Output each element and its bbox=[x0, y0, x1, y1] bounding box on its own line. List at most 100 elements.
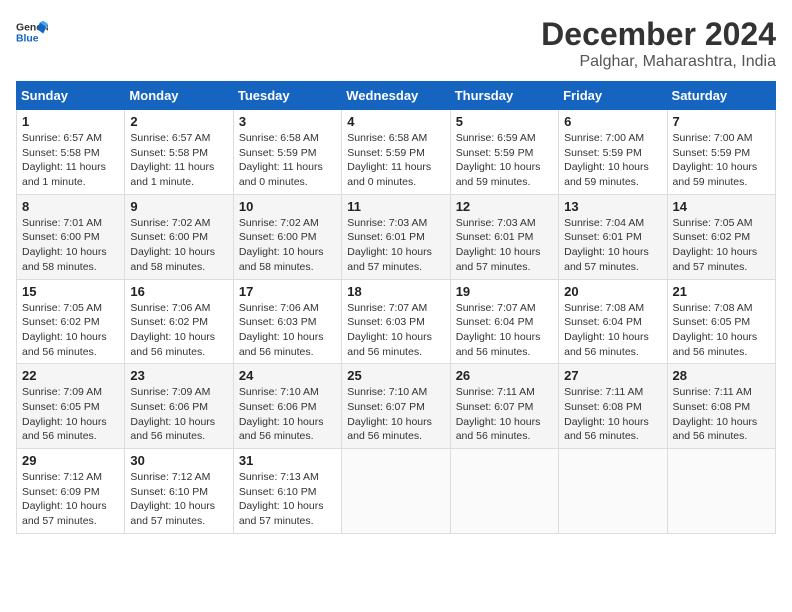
calendar-week-row: 8Sunrise: 7:01 AMSunset: 6:00 PMDaylight… bbox=[17, 194, 776, 279]
calendar-cell: 12Sunrise: 7:03 AMSunset: 6:01 PMDayligh… bbox=[450, 194, 558, 279]
day-number: 30 bbox=[130, 453, 227, 468]
calendar-header-friday: Friday bbox=[559, 82, 667, 110]
calendar-cell bbox=[450, 449, 558, 534]
day-info: Sunrise: 7:08 AMSunset: 6:04 PMDaylight:… bbox=[564, 301, 661, 360]
day-info: Sunrise: 7:00 AMSunset: 5:59 PMDaylight:… bbox=[564, 131, 661, 190]
calendar-cell: 27 Sunrise: 7:11 AMSunset: 6:08 PMDayligh… bbox=[559, 364, 667, 449]
title-block: December 2024 Palghar, Maharashtra, Indi… bbox=[541, 16, 776, 71]
subtitle: Palghar, Maharashtra, India bbox=[541, 53, 776, 71]
day-info: Sunrise: 7:05 AMSunset: 6:02 PMDaylight:… bbox=[22, 301, 119, 360]
calendar-table: SundayMondayTuesdayWednesdayThursdayFrid… bbox=[16, 81, 776, 534]
calendar-header-row: SundayMondayTuesdayWednesdayThursdayFrid… bbox=[17, 82, 776, 110]
calendar-header-thursday: Thursday bbox=[450, 82, 558, 110]
calendar-cell: 11 Sunrise: 7:03 AMSunset: 6:01 PMDayligh… bbox=[342, 194, 450, 279]
day-number: 25 bbox=[347, 368, 444, 383]
day-info: Sunrise: 7:03 AMSunset: 6:01 PMDaylight:… bbox=[347, 216, 444, 275]
calendar-cell: 19 Sunrise: 7:07 AMSunset: 6:04 PMDayligh… bbox=[450, 279, 558, 364]
day-info: Sunrise: 7:11 AMSunset: 6:07 PMDaylight:… bbox=[456, 385, 553, 444]
day-number: 7 bbox=[673, 114, 770, 129]
calendar-cell bbox=[342, 449, 450, 534]
page-header: General Blue December 2024 Palghar, Maha… bbox=[16, 16, 776, 71]
day-info: Sunrise: 7:05 AMSunset: 6:02 PMDaylight:… bbox=[673, 216, 770, 275]
calendar-cell: 9Sunrise: 7:02 AMSunset: 6:00 PMDaylight… bbox=[125, 194, 233, 279]
day-info: Sunrise: 7:11 AMSunset: 6:08 PMDaylight:… bbox=[673, 385, 770, 444]
day-info: Sunrise: 7:11 AMSunset: 6:08 PMDaylight:… bbox=[564, 385, 661, 444]
calendar-cell: 23Sunrise: 7:09 AMSunset: 6:06 PMDayligh… bbox=[125, 364, 233, 449]
day-number: 2 bbox=[130, 114, 227, 129]
calendar-week-row: 22 Sunrise: 7:09 AMSunset: 6:05 PMDayligh… bbox=[17, 364, 776, 449]
day-info: Sunrise: 7:07 AMSunset: 6:04 PMDaylight:… bbox=[456, 301, 553, 360]
calendar-cell: 24 Sunrise: 7:10 AMSunset: 6:06 PMDayligh… bbox=[233, 364, 341, 449]
day-info: Sunrise: 7:10 AMSunset: 6:06 PMDaylight:… bbox=[239, 385, 336, 444]
calendar-cell: 21 Sunrise: 7:08 AMSunset: 6:05 PMDayligh… bbox=[667, 279, 775, 364]
day-info: Sunrise: 7:07 AMSunset: 6:03 PMDaylight:… bbox=[347, 301, 444, 360]
day-info: Sunrise: 7:04 AMSunset: 6:01 PMDaylight:… bbox=[564, 216, 661, 275]
calendar-cell: 13 Sunrise: 7:04 AMSunset: 6:01 PMDayligh… bbox=[559, 194, 667, 279]
day-number: 28 bbox=[673, 368, 770, 383]
day-info: Sunrise: 6:57 AMSunset: 5:58 PMDaylight:… bbox=[130, 131, 227, 190]
day-info: Sunrise: 7:06 AMSunset: 6:02 PMDaylight:… bbox=[130, 301, 227, 360]
day-number: 31 bbox=[239, 453, 336, 468]
calendar-cell: 5Sunrise: 6:59 AMSunset: 5:59 PMDaylight… bbox=[450, 110, 558, 195]
calendar-cell: 3Sunrise: 6:58 AMSunset: 5:59 PMDaylight… bbox=[233, 110, 341, 195]
svg-text:Blue: Blue bbox=[16, 34, 39, 45]
day-number: 19 bbox=[456, 284, 553, 299]
day-info: Sunrise: 6:59 AMSunset: 5:59 PMDaylight:… bbox=[456, 131, 553, 190]
calendar-cell: 29 Sunrise: 7:12 AMSunset: 6:09 PMDayligh… bbox=[17, 449, 125, 534]
calendar-header-sunday: Sunday bbox=[17, 82, 125, 110]
day-number: 6 bbox=[564, 114, 661, 129]
day-number: 22 bbox=[22, 368, 119, 383]
calendar-cell: 26Sunrise: 7:11 AMSunset: 6:07 PMDayligh… bbox=[450, 364, 558, 449]
day-info: Sunrise: 7:08 AMSunset: 6:05 PMDaylight:… bbox=[673, 301, 770, 360]
main-title: December 2024 bbox=[541, 16, 776, 53]
calendar-cell: 6 Sunrise: 7:00 AMSunset: 5:59 PMDaylight… bbox=[559, 110, 667, 195]
day-info: Sunrise: 7:00 AMSunset: 5:59 PMDaylight:… bbox=[673, 131, 770, 190]
calendar-cell bbox=[559, 449, 667, 534]
day-info: Sunrise: 7:10 AMSunset: 6:07 PMDaylight:… bbox=[347, 385, 444, 444]
day-number: 29 bbox=[22, 453, 119, 468]
day-number: 20 bbox=[564, 284, 661, 299]
day-number: 9 bbox=[130, 199, 227, 214]
day-number: 1 bbox=[22, 114, 119, 129]
day-number: 16 bbox=[130, 284, 227, 299]
day-number: 18 bbox=[347, 284, 444, 299]
day-number: 24 bbox=[239, 368, 336, 383]
day-number: 27 bbox=[564, 368, 661, 383]
day-info: Sunrise: 6:58 AMSunset: 5:59 PMDaylight:… bbox=[239, 131, 336, 190]
calendar-header-saturday: Saturday bbox=[667, 82, 775, 110]
day-info: Sunrise: 7:12 AMSunset: 6:09 PMDaylight:… bbox=[22, 470, 119, 529]
calendar-cell: 25 Sunrise: 7:10 AMSunset: 6:07 PMDayligh… bbox=[342, 364, 450, 449]
day-info: Sunrise: 7:13 AMSunset: 6:10 PMDaylight:… bbox=[239, 470, 336, 529]
day-number: 4 bbox=[347, 114, 444, 129]
day-info: Sunrise: 6:58 AMSunset: 5:59 PMDaylight:… bbox=[347, 131, 444, 190]
day-number: 14 bbox=[673, 199, 770, 214]
calendar-cell: 28 Sunrise: 7:11 AMSunset: 6:08 PMDayligh… bbox=[667, 364, 775, 449]
day-info: Sunrise: 6:57 AMSunset: 5:58 PMDaylight:… bbox=[22, 131, 119, 190]
day-info: Sunrise: 7:12 AMSunset: 6:10 PMDaylight:… bbox=[130, 470, 227, 529]
calendar-week-row: 1 Sunrise: 6:57 AMSunset: 5:58 PMDaylight… bbox=[17, 110, 776, 195]
day-number: 10 bbox=[239, 199, 336, 214]
day-number: 17 bbox=[239, 284, 336, 299]
day-number: 13 bbox=[564, 199, 661, 214]
day-info: Sunrise: 7:06 AMSunset: 6:03 PMDaylight:… bbox=[239, 301, 336, 360]
calendar-cell: 17 Sunrise: 7:06 AMSunset: 6:03 PMDayligh… bbox=[233, 279, 341, 364]
day-info: Sunrise: 7:02 AMSunset: 6:00 PMDaylight:… bbox=[239, 216, 336, 275]
calendar-cell: 4 Sunrise: 6:58 AMSunset: 5:59 PMDaylight… bbox=[342, 110, 450, 195]
calendar-cell: 20 Sunrise: 7:08 AMSunset: 6:04 PMDayligh… bbox=[559, 279, 667, 364]
calendar-cell: 7 Sunrise: 7:00 AMSunset: 5:59 PMDaylight… bbox=[667, 110, 775, 195]
calendar-cell: 1 Sunrise: 6:57 AMSunset: 5:58 PMDaylight… bbox=[17, 110, 125, 195]
day-info: Sunrise: 7:09 AMSunset: 6:06 PMDaylight:… bbox=[130, 385, 227, 444]
calendar-cell: 8Sunrise: 7:01 AMSunset: 6:00 PMDaylight… bbox=[17, 194, 125, 279]
day-info: Sunrise: 7:09 AMSunset: 6:05 PMDaylight:… bbox=[22, 385, 119, 444]
logo: General Blue bbox=[16, 16, 48, 48]
calendar-cell: 2 Sunrise: 6:57 AMSunset: 5:58 PMDaylight… bbox=[125, 110, 233, 195]
day-info: Sunrise: 7:01 AMSunset: 6:00 PMDaylight:… bbox=[22, 216, 119, 275]
day-number: 11 bbox=[347, 199, 444, 214]
day-number: 21 bbox=[673, 284, 770, 299]
calendar-week-row: 29 Sunrise: 7:12 AMSunset: 6:09 PMDayligh… bbox=[17, 449, 776, 534]
calendar-cell: 18 Sunrise: 7:07 AMSunset: 6:03 PMDayligh… bbox=[342, 279, 450, 364]
calendar-header-wednesday: Wednesday bbox=[342, 82, 450, 110]
calendar-header-monday: Monday bbox=[125, 82, 233, 110]
calendar-cell: 10 Sunrise: 7:02 AMSunset: 6:00 PMDayligh… bbox=[233, 194, 341, 279]
calendar-cell: 14 Sunrise: 7:05 AMSunset: 6:02 PMDayligh… bbox=[667, 194, 775, 279]
